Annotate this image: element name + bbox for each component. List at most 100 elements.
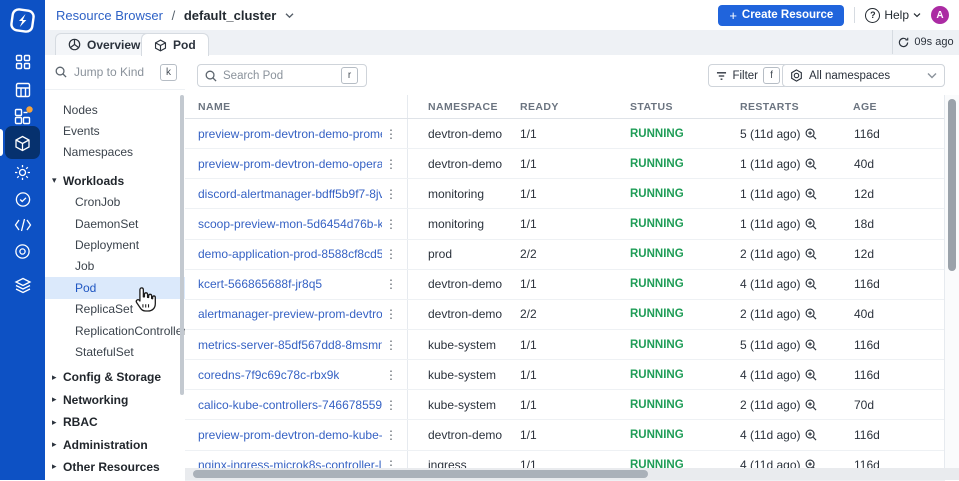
zoom-in-icon[interactable] [805, 248, 817, 260]
horizontal-scrollbar-track[interactable] [185, 468, 959, 480]
search-pod-input[interactable]: Search Pod r [197, 64, 367, 87]
resource-browser-cube-icon[interactable] [0, 130, 45, 156]
sidebar-collapsed-group[interactable]: ▸ Other Resources [45, 456, 185, 477]
kebab-menu-icon[interactable]: ⋮ [382, 398, 400, 412]
pod-name-link[interactable]: preview-prom-devtron-demo-operator-fbbf8… [198, 157, 382, 171]
cluster-name[interactable]: default_cluster [184, 8, 276, 23]
table-row[interactable]: alertmanager-preview-prom-devtron-demo-a… [185, 299, 945, 330]
kebab-menu-icon[interactable]: ⋮ [382, 127, 400, 141]
pod-name-link[interactable]: preview-prom-devtron-demo-kube-state-met… [198, 428, 382, 442]
gear-icon[interactable] [0, 159, 45, 185]
ready-cell: 2/2 [520, 247, 537, 262]
search-placeholder: Jump to Kind [74, 65, 145, 79]
sidebar-kind-item[interactable]: Events [45, 120, 185, 141]
pod-name-link[interactable]: demo-application-prod-8588cf8cd5-9h4wp [198, 247, 382, 261]
zoom-in-icon[interactable] [805, 128, 817, 140]
sidebar-collapsed-group[interactable]: ▸ RBAC [45, 411, 185, 432]
kebab-menu-icon[interactable]: ⋮ [382, 338, 400, 352]
top-bar: Resource Browser / default_cluster + Cre… [45, 0, 959, 31]
stack-app-icon[interactable] [0, 103, 45, 129]
kebab-menu-icon[interactable]: ⋮ [382, 157, 400, 171]
layers-icon[interactable] [0, 272, 45, 298]
zoom-in-icon[interactable] [805, 218, 817, 230]
refresh-icon [899, 37, 909, 47]
tab-strip: Overview Pod >_ 09s ago [45, 30, 959, 81]
zoom-in-icon[interactable] [805, 369, 817, 381]
target-gear-icon[interactable] [0, 238, 45, 264]
devtron-logo[interactable] [8, 6, 37, 35]
shield-check-icon[interactable] [0, 186, 45, 212]
pod-name-link[interactable]: coredns-7f9c69c78c-rbx9k [198, 368, 339, 382]
sidebar-collapsed-group[interactable]: ▸ Networking [45, 389, 185, 410]
zoom-in-icon[interactable] [805, 308, 817, 320]
tab-overview[interactable]: Overview [55, 33, 154, 55]
jump-to-kind-search[interactable]: Jump to Kind k [45, 55, 185, 90]
kebab-menu-icon[interactable]: ⋮ [382, 217, 400, 231]
sidebar-collapsed-group[interactable]: ▸ Administration [45, 434, 185, 455]
sidebar-kind-item[interactable]: Job [45, 256, 185, 277]
pod-name-link[interactable]: scoop-preview-mon-5d6454d76b-krswd [198, 217, 382, 231]
zoom-in-icon[interactable] [805, 339, 817, 351]
tab-pod[interactable]: Pod [141, 33, 209, 56]
vertical-scrollbar-thumb[interactable] [948, 99, 956, 271]
breadcrumb-resource-browser-link[interactable]: Resource Browser [56, 8, 163, 23]
kebab-menu-icon[interactable]: ⋮ [382, 428, 400, 442]
table-row[interactable]: demo-application-prod-8588cf8cd5-9h4wp ⋮… [185, 239, 945, 270]
code-icon[interactable] [0, 212, 45, 238]
pod-name-link[interactable]: calico-kube-controllers-7466785598-vngn6 [198, 398, 382, 412]
sidebar-kind-item[interactable]: Nodes [45, 99, 185, 120]
filter-button[interactable]: Filter f [708, 64, 788, 87]
table-row[interactable]: preview-prom-devtron-demo-prometheus-nod… [185, 119, 945, 150]
horizontal-scrollbar-thumb[interactable] [193, 470, 648, 478]
namespace-cell: kube-system [428, 337, 497, 352]
help-menu[interactable]: ? Help [865, 7, 921, 23]
sidebar-kind-item[interactable]: ReplicaSet [45, 299, 185, 320]
zoom-in-icon[interactable] [805, 429, 817, 441]
ready-cell: 1/1 [520, 277, 537, 292]
pod-name-link[interactable]: discord-alertmanager-bdff5b9f7-8jvf5 [198, 187, 382, 201]
namespace-cell: devtron-demo [428, 126, 503, 141]
kebab-menu-icon[interactable]: ⋮ [382, 187, 400, 201]
table-row[interactable]: kcert-566865688f-jr8q5 ⋮ devtron-demo 1/… [185, 269, 945, 300]
chevron-expanded-icon: ▾ [52, 175, 57, 186]
pod-name-link[interactable]: preview-prom-devtron-demo-prometheus-nod… [198, 127, 382, 141]
zoom-in-icon[interactable] [805, 278, 817, 290]
create-resource-button[interactable]: + Create Resource [718, 4, 845, 26]
table-row[interactable]: preview-prom-devtron-demo-kube-state-met… [185, 420, 945, 451]
cluster-chevron-down-icon[interactable] [285, 7, 294, 19]
kebab-menu-icon[interactable]: ⋮ [382, 368, 400, 382]
namespace-cell: devtron-demo [428, 277, 503, 292]
table-row[interactable]: metrics-server-85df567dd8-8msmm ⋮ kube-s… [185, 329, 945, 361]
zoom-in-icon[interactable] [805, 399, 817, 411]
pod-name-link[interactable]: metrics-server-85df567dd8-8msmm [198, 338, 382, 352]
namespace-selector[interactable]: All namespaces [782, 64, 945, 87]
sidebar-kind-item[interactable]: Namespaces [45, 142, 185, 163]
pod-name-link[interactable]: kcert-566865688f-jr8q5 [198, 277, 322, 291]
sidebar-kind-item[interactable]: ReplicationController [45, 320, 186, 341]
sidebar-kind-item[interactable]: Deployment [45, 234, 185, 255]
age-cell: 12d [854, 186, 875, 201]
sidebar-kind-item[interactable]: StatefulSet [45, 341, 185, 362]
sidebar-scrollbar[interactable] [180, 95, 184, 395]
column-header-restarts: RESTARTS [740, 100, 800, 113]
zoom-in-icon[interactable] [805, 188, 817, 200]
sidebar-kind-item[interactable]: DaemonSet [45, 213, 185, 234]
sidebar-kind-item[interactable]: CronJob [45, 192, 185, 213]
apps-grid-icon[interactable] [0, 49, 45, 75]
zoom-in-icon[interactable] [805, 158, 817, 170]
table-row[interactable]: discord-alertmanager-bdff5b9f7-8jvf5 ⋮ m… [185, 179, 945, 210]
chart-grid-icon[interactable] [0, 77, 45, 103]
sidebar-collapsed-group[interactable]: ▸ Config & Storage [45, 367, 185, 388]
kebab-menu-icon[interactable]: ⋮ [382, 247, 400, 261]
sidebar-group-workloads[interactable]: ▾ Workloads [45, 170, 185, 191]
table-row[interactable]: scoop-preview-mon-5d6454d76b-krswd ⋮ mon… [185, 209, 945, 240]
table-row[interactable]: coredns-7f9c69c78c-rbx9k ⋮ kube-system 1… [185, 360, 945, 391]
refresh-status[interactable]: 09s ago [892, 30, 959, 54]
user-avatar[interactable]: A [931, 6, 949, 24]
pod-name-link[interactable]: alertmanager-preview-prom-devtron-demo-a… [198, 307, 382, 321]
kebab-menu-icon[interactable]: ⋮ [382, 277, 400, 291]
table-row[interactable]: calico-kube-controllers-7466785598-vngn6… [185, 390, 945, 421]
sidebar-kind-item[interactable]: Pod [45, 277, 185, 299]
kebab-menu-icon[interactable]: ⋮ [382, 307, 400, 321]
table-row[interactable]: preview-prom-devtron-demo-operator-fbbf8… [185, 149, 945, 180]
